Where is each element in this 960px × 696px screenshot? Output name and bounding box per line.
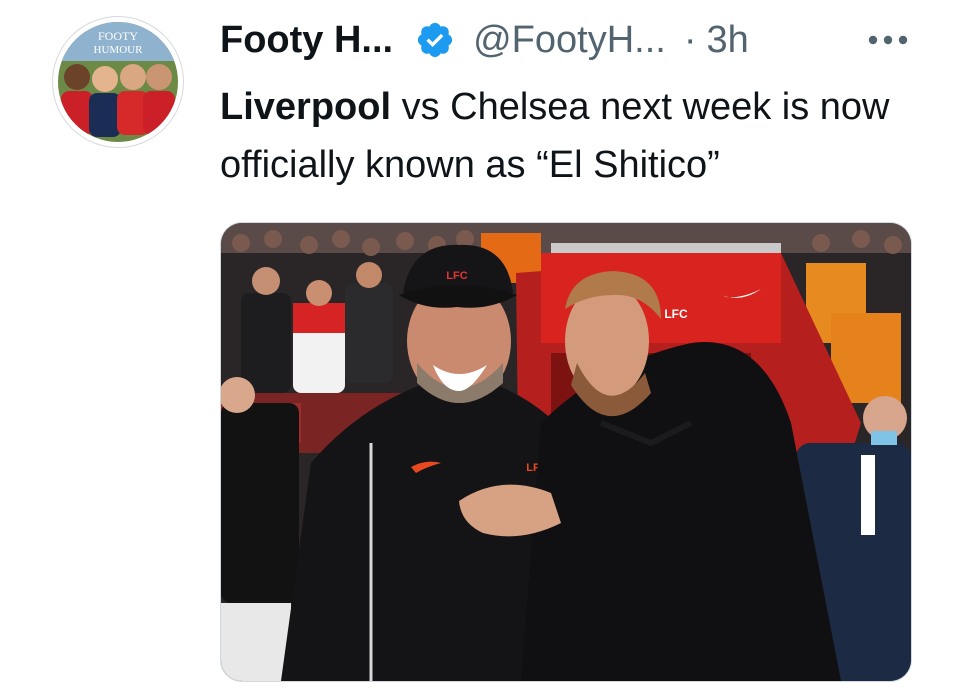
tweet-timestamp[interactable]: 3h [707, 19, 749, 62]
tweet-text-bold: Liverpool [220, 86, 392, 128]
separator-dot: · [683, 18, 697, 61]
tweet-photo[interactable]: LFC LFC LFC [220, 222, 912, 682]
tunnel-crest-text: LFC [664, 307, 688, 321]
tweet-text: Liverpool vs Chelsea next week is now of… [220, 78, 920, 194]
photo-illustration: LFC LFC LFC [221, 223, 911, 681]
author-handle[interactable]: @FootyH... [473, 19, 666, 62]
cap-crest-text: LFC [446, 270, 467, 282]
avatar[interactable]: FOOTY HUMOUR [52, 16, 184, 148]
tweet-header: Footy H... @FootyH... · 3h [220, 14, 920, 66]
avatar-illustration: FOOTY HUMOUR [58, 22, 178, 142]
author-name[interactable]: Footy H... [220, 19, 393, 62]
avatar-label-top: FOOTY [98, 29, 138, 43]
verified-badge-icon [415, 20, 455, 60]
avatar-label-bottom: HUMOUR [94, 44, 144, 56]
more-options-button[interactable] [860, 18, 916, 62]
more-icon [868, 35, 908, 45]
